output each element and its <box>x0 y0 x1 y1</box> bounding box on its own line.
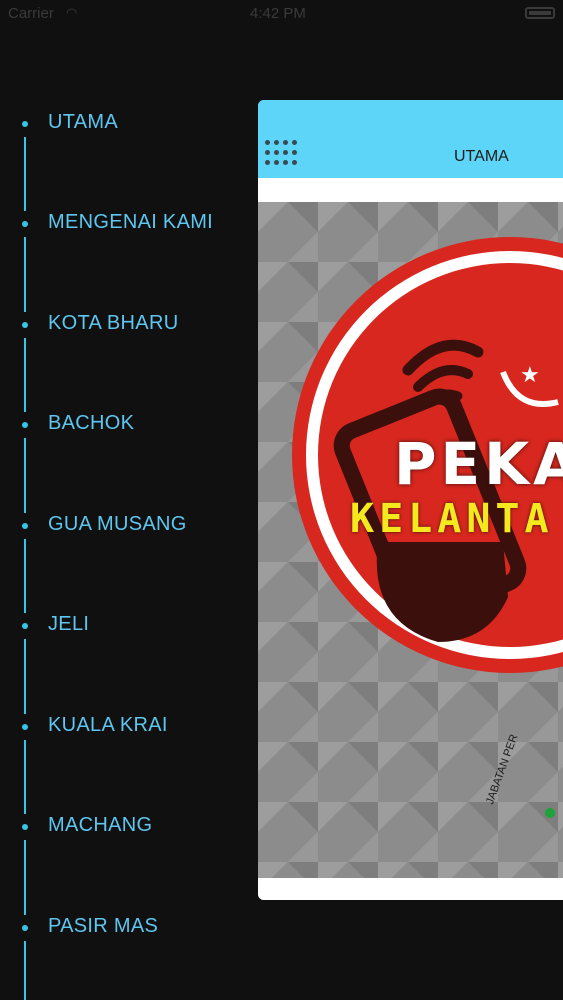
panel-footer <box>258 878 563 900</box>
svg-text:★: ★ <box>520 363 540 388</box>
menu-item-gua-musang[interactable]: GUA MUSANG <box>0 505 250 545</box>
menu-item-utama[interactable]: UTAMA <box>0 103 250 143</box>
menu-item-label: KOTA BHARU <box>48 312 179 334</box>
menu-item-label: PASIR MAS <box>48 915 159 937</box>
menu-item-label: KUALA KRAI <box>48 714 168 736</box>
grid-menu-icon[interactable] <box>265 140 297 172</box>
menu-item-label: JELI <box>48 613 90 635</box>
menu-item-jeli[interactable]: JELI <box>0 605 250 645</box>
bullet-icon <box>22 623 28 629</box>
menu-item-mengenai-kami[interactable]: MENGENAI KAMI <box>0 203 250 243</box>
menu-item-kota-bharu[interactable]: KOTA BHARU <box>0 304 250 344</box>
menu-item-label: MACHANG <box>48 814 153 836</box>
menu-item-pasir-mas[interactable]: PASIR MAS <box>0 907 250 947</box>
side-menu: UTAMA MENGENAI KAMI KOTA BHARU BACHOK GU… <box>0 70 250 1000</box>
status-time: 4:42 PM <box>250 5 306 22</box>
logo-text-kelantan: KELANTA <box>350 496 554 542</box>
page-title: UTAMA <box>454 148 509 165</box>
menu-item-label: MENGENAI KAMI <box>48 211 214 233</box>
wifi-icon: ◠ <box>66 5 78 20</box>
green-dot-icon <box>545 808 555 818</box>
battery-icon <box>525 7 555 19</box>
menu-item-label: UTAMA <box>48 111 119 133</box>
bullet-icon <box>22 523 28 529</box>
carrier-label: Carrier <box>8 5 54 22</box>
bullet-icon <box>22 221 28 227</box>
bullet-icon <box>22 925 28 931</box>
menu-item-kuala-krai[interactable]: KUALA KRAI <box>0 706 250 746</box>
status-bar: Carrier ◠ 4:42 PM <box>0 0 563 28</box>
bullet-icon <box>22 724 28 730</box>
main-panel: UTAMA ★ PEKA KELANTA JABATAN PER <box>258 100 563 900</box>
menu-timeline <box>24 120 26 1000</box>
bullet-icon <box>22 422 28 428</box>
logo-text-peka: PEKA <box>394 430 563 498</box>
navbar: UTAMA <box>258 100 563 178</box>
bullet-icon <box>22 322 28 328</box>
menu-item-label: GUA MUSANG <box>48 513 187 535</box>
menu-item-label: BACHOK <box>48 412 135 434</box>
bullet-icon <box>22 824 28 830</box>
banner-image: ★ PEKA KELANTA JABATAN PER <box>258 202 563 878</box>
bullet-icon <box>22 121 28 127</box>
menu-item-machang[interactable]: MACHANG <box>0 806 250 846</box>
menu-item-bachok[interactable]: BACHOK <box>0 404 250 444</box>
